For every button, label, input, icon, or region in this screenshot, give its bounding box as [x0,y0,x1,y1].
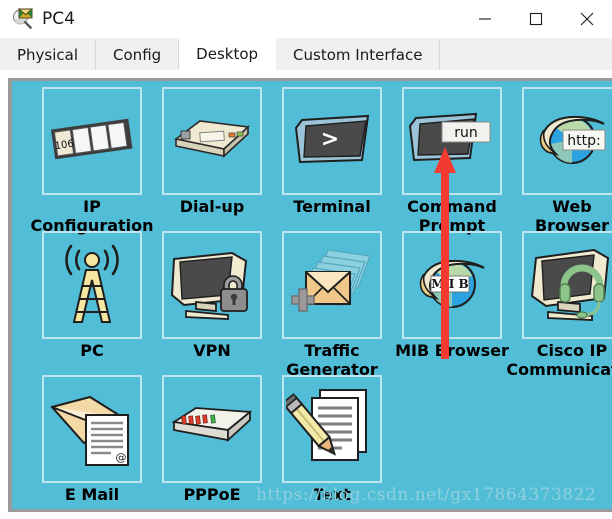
dial-up-modem-icon [162,87,262,195]
svg-text:@: @ [116,451,127,464]
svg-text:run: run [454,125,478,141]
desktop-item-label: Terminal [293,197,371,216]
svg-text:>: > [321,127,339,152]
packet-tracer-envelope-magnifier-icon [12,8,34,30]
watermark-text: https://blog.csdn.net/gx17864373822 [256,485,597,505]
desktop-item-ip-configuration[interactable]: 106 IP Configuration [30,85,154,235]
desktop-panel: 106 IP Configuration Dial-up > Terminal … [12,81,612,509]
desktop-item-terminal[interactable]: > Terminal [272,85,392,225]
tab-config[interactable]: Config [96,40,180,70]
traffic-generator-icon [282,231,382,339]
tab-strip: Physical Config Desktop Custom Interface [0,38,612,70]
desktop-item-label: Dial-up [179,197,245,216]
text-editor-icon [282,375,382,483]
desktop-item-dial-up[interactable]: Dial-up [152,85,272,225]
desktop-item-pc-wireless[interactable]: PC [32,229,152,369]
pc4-window: PC4 Physical Config Desktop Custom Inter… [0,0,612,519]
desktop-item-label: VPN [193,341,231,360]
tab-custom-interface[interactable]: Custom Interface [276,40,441,70]
desktop-item-vpn[interactable]: VPN [152,229,272,369]
desktop-icon-grid: 106 IP Configuration Dial-up > Terminal … [12,81,612,509]
desktop-item-traffic-generator[interactable]: Traffic Generator [272,229,392,379]
desktop-item-label: PC [80,341,104,360]
ip-configuration-icon: 106 [42,87,142,195]
tab-physical[interactable]: Physical [0,40,97,70]
svg-text:http:: http: [567,133,600,149]
vpn-monitor-lock-icon [162,231,262,339]
title-bar: PC4 [0,0,612,38]
maximize-icon[interactable] [510,0,561,38]
pppoe-device-icon [162,375,262,483]
desktop-item-cisco-ip-communicator[interactable]: Cisco IP Communicator [506,229,612,379]
desktop-item-email[interactable]: @ E Mail [32,373,152,509]
terminal-icon: > [282,87,382,195]
title-bar-left: PC4 [12,6,75,32]
red-up-arrow [433,147,456,359]
window-title: PC4 [42,9,75,29]
window-controls [459,0,612,38]
tab-desktop[interactable]: Desktop [179,38,277,70]
desktop-item-label: E Mail [64,485,120,504]
close-icon[interactable] [561,0,612,38]
tab-list: Physical Config Desktop Custom Interface [0,38,441,70]
minimize-icon[interactable] [459,0,510,38]
email-icon: @ [42,375,142,483]
web-browser-icon: http: [522,87,612,195]
desktop-item-web-browser[interactable]: http: Web Browser [512,85,612,235]
pc-wireless-antenna-icon [42,231,142,339]
desktop-item-pppoe[interactable]: PPPoE [152,373,272,509]
desktop-item-label: Cisco IP Communicator [506,341,612,379]
cisco-ip-communicator-icon [522,231,612,339]
desktop-panel-frame: 106 IP Configuration Dial-up > Terminal … [8,78,612,512]
